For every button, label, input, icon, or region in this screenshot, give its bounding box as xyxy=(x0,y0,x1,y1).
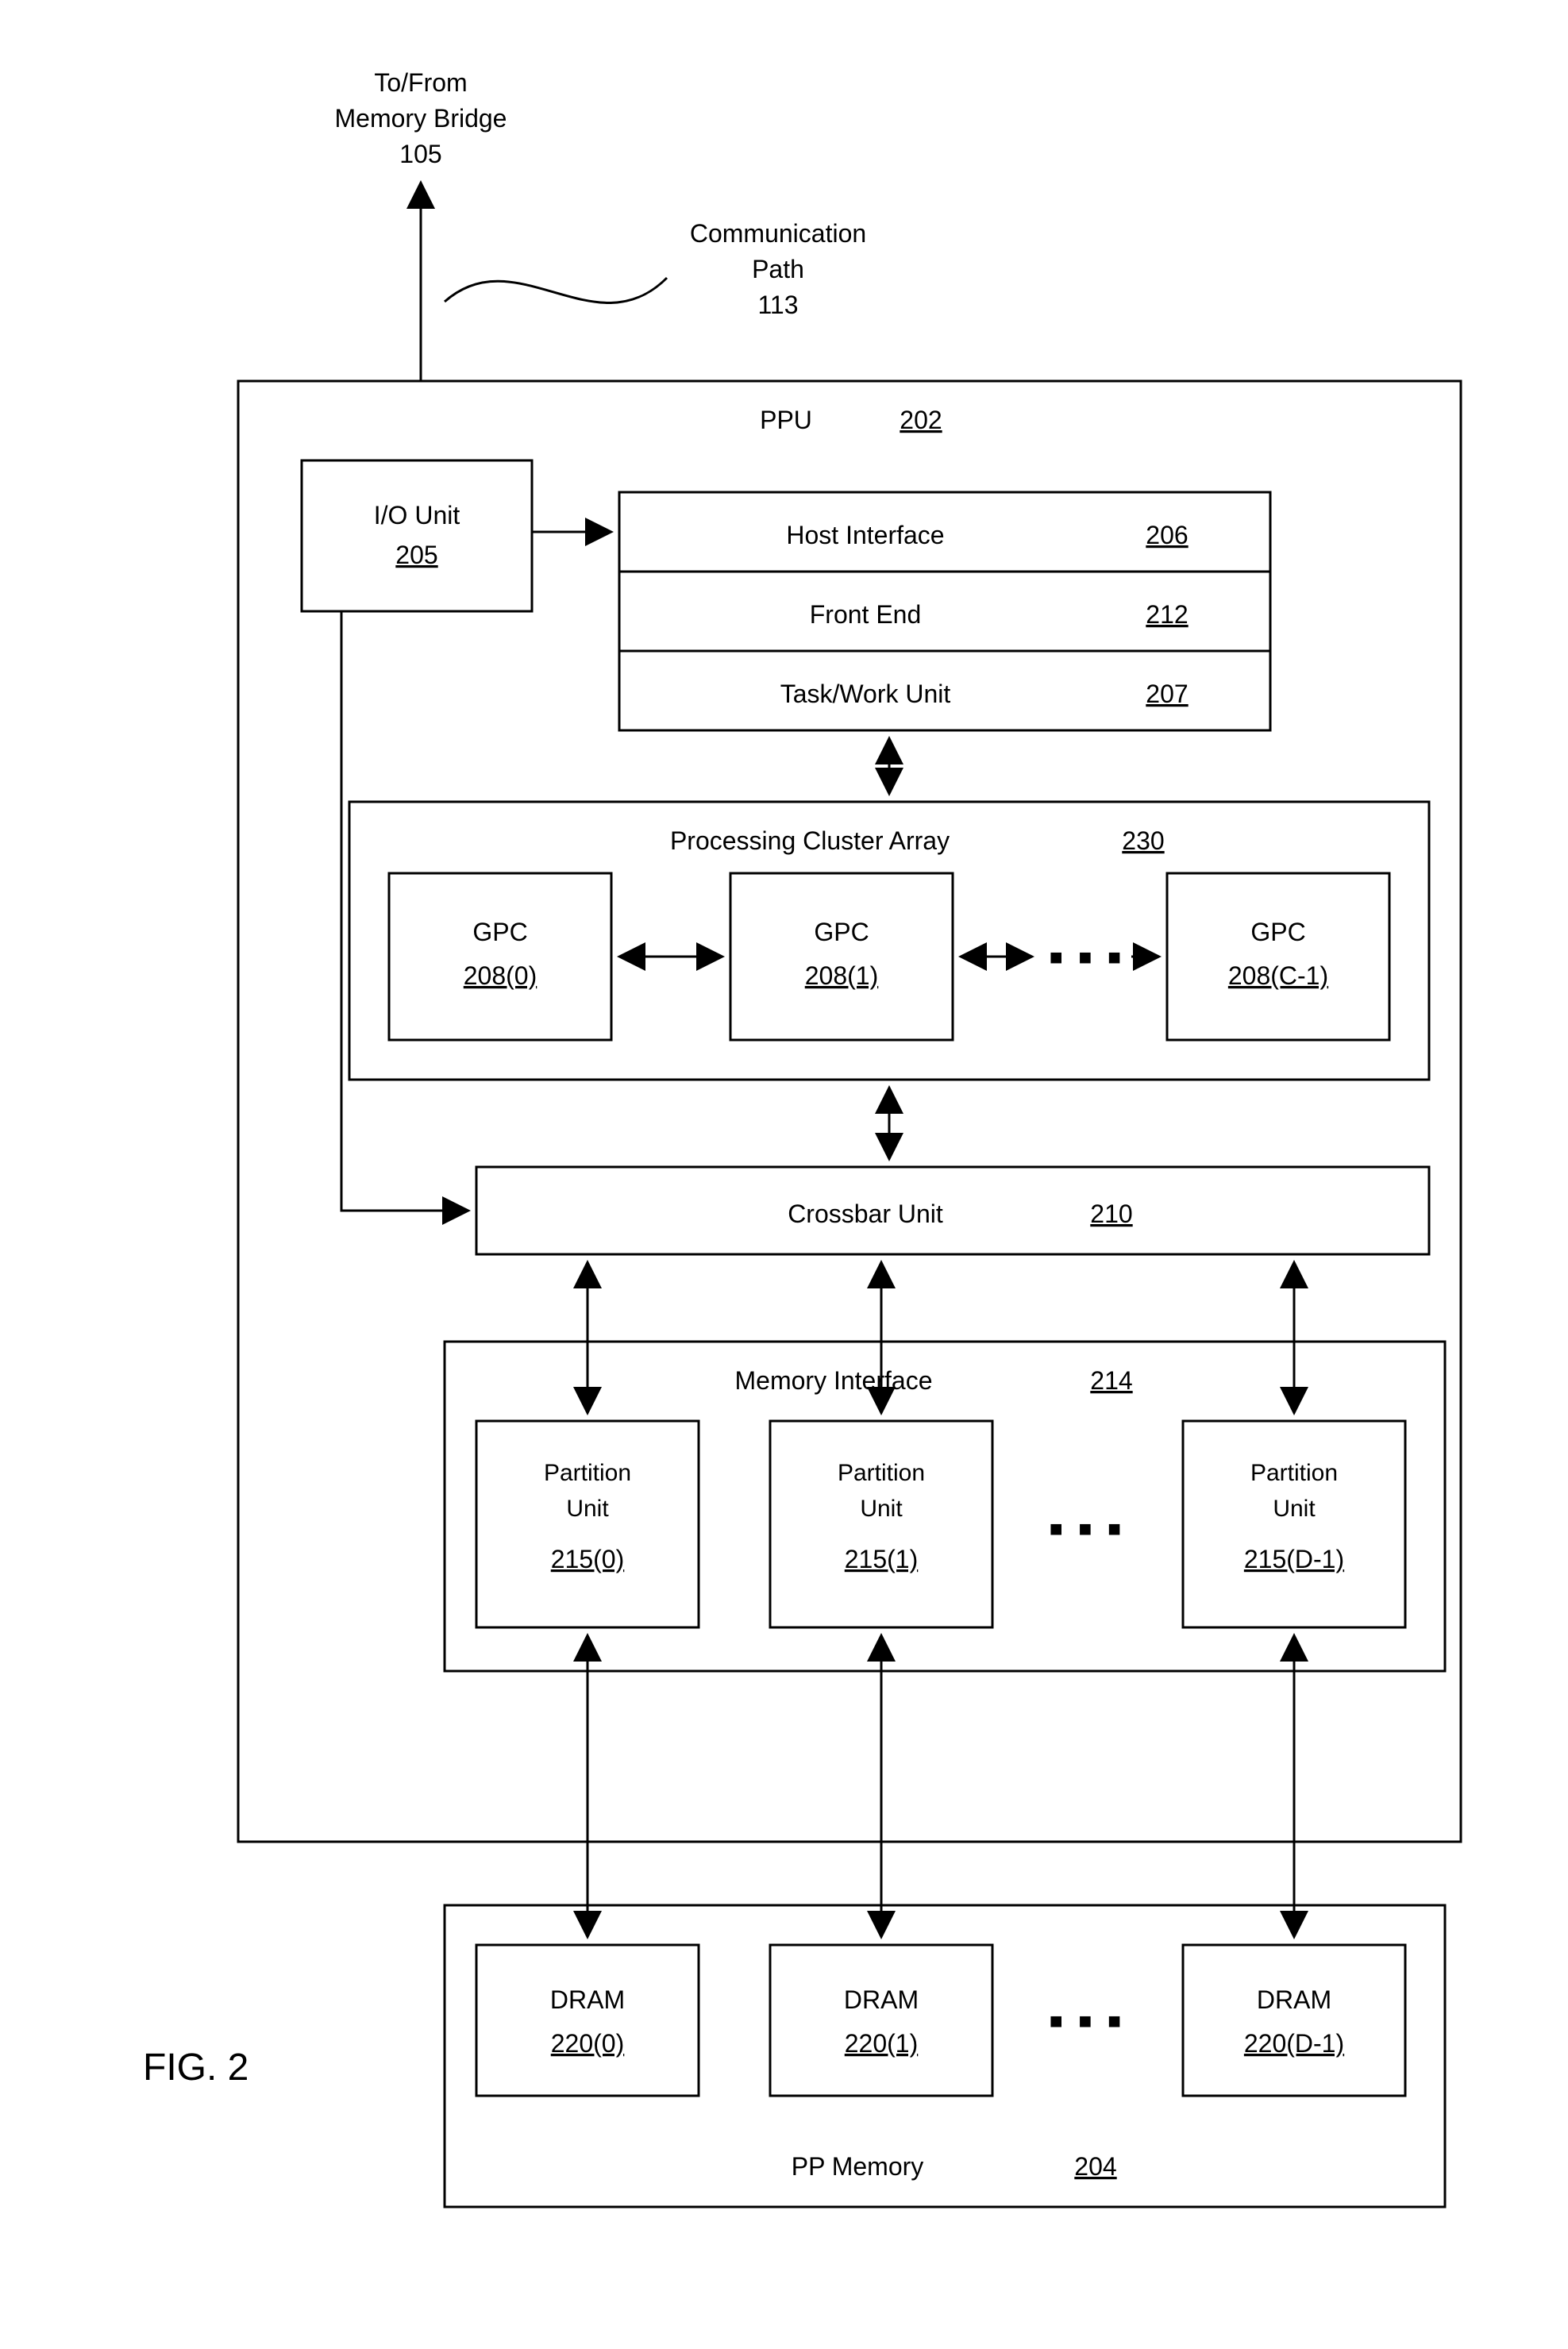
gpc-0-ref: 208(0) xyxy=(464,961,537,990)
bridge-ref: 105 xyxy=(399,140,441,168)
pu-d1-l2: Unit xyxy=(1273,1496,1316,1522)
pu-dots: ■ ■ ■ xyxy=(1050,1516,1126,1541)
front-end-ref: 212 xyxy=(1146,600,1188,629)
comm-label-1: Communication xyxy=(690,219,866,248)
comm-label-2: Path xyxy=(752,255,804,283)
pu-1-l1: Partition xyxy=(838,1460,925,1486)
task-work-unit-label: Task/Work Unit xyxy=(780,680,951,708)
figure-label: FIG. 2 xyxy=(143,2047,248,2089)
comm-ref: 113 xyxy=(757,291,798,319)
pu-1: Partition Unit 215(1) xyxy=(770,1421,992,1627)
crossbar-label: Crossbar Unit xyxy=(788,1200,943,1228)
pca-ref: 230 xyxy=(1122,826,1164,855)
front-end-label: Front End xyxy=(810,600,922,629)
io-unit-label: I/O Unit xyxy=(374,501,460,529)
dram-1-ref: 220(1) xyxy=(845,2029,919,2058)
bridge-label-2: Memory Bridge xyxy=(335,104,507,133)
task-work-unit-ref: 207 xyxy=(1146,680,1188,708)
pu-d1-l1: Partition xyxy=(1250,1460,1338,1486)
ppmem-title: PP Memory xyxy=(792,2152,924,2181)
pu-1-l2: Unit xyxy=(860,1496,903,1522)
gpc-dots: ■ ■ ■ xyxy=(1050,945,1126,969)
gpc-1: GPC 208(1) xyxy=(730,873,953,1040)
gpc-1-ref: 208(1) xyxy=(805,961,879,990)
pu-1-ref: 215(1) xyxy=(845,1545,919,1573)
dram-d1-label: DRAM xyxy=(1257,1985,1331,2014)
dram-1: DRAM 220(1) xyxy=(770,1945,992,2096)
gpc-c1-ref: 208(C-1) xyxy=(1228,961,1328,990)
mi-title: Memory Interface xyxy=(735,1366,933,1395)
dram-0-ref: 220(0) xyxy=(551,2029,625,2058)
pu-0-ref: 215(0) xyxy=(551,1545,625,1573)
dram-0: DRAM 220(0) xyxy=(476,1945,699,2096)
pu-0-l2: Unit xyxy=(566,1496,609,1522)
bridge-label-1: To/From xyxy=(374,68,467,97)
gpc-1-label: GPC xyxy=(814,918,869,946)
dram-1-label: DRAM xyxy=(844,1985,919,2014)
dram-d1-ref: 220(D-1) xyxy=(1244,2029,1344,2058)
pu-d1-ref: 215(D-1) xyxy=(1244,1545,1344,1573)
pca-title: Processing Cluster Array xyxy=(670,826,950,855)
gpc-0-label: GPC xyxy=(472,918,527,946)
dram-dots: ■ ■ ■ xyxy=(1050,2008,1126,2033)
host-interface-ref: 206 xyxy=(1146,521,1188,549)
comm-leader xyxy=(445,278,667,302)
ppu-ref: 202 xyxy=(900,406,942,434)
host-interface-label: Host Interface xyxy=(786,521,944,549)
io-unit-box xyxy=(302,460,532,611)
mi-ref: 214 xyxy=(1090,1366,1132,1395)
crossbar-box xyxy=(476,1167,1429,1254)
gpc-c1: GPC 208(C-1) xyxy=(1167,873,1389,1040)
gpc-c1-label: GPC xyxy=(1250,918,1305,946)
io-unit-ref: 205 xyxy=(395,541,437,569)
pu-0: Partition Unit 215(0) xyxy=(476,1421,699,1627)
dram-0-label: DRAM xyxy=(550,1985,625,2014)
ppmem-ref: 204 xyxy=(1074,2152,1116,2181)
crossbar-ref: 210 xyxy=(1090,1200,1132,1228)
dram-d1: DRAM 220(D-1) xyxy=(1183,1945,1405,2096)
gpc-0: GPC 208(0) xyxy=(389,873,611,1040)
ppu-title: PPU xyxy=(760,406,812,434)
pu-0-l1: Partition xyxy=(544,1460,631,1486)
pu-d1: Partition Unit 215(D-1) xyxy=(1183,1421,1405,1627)
